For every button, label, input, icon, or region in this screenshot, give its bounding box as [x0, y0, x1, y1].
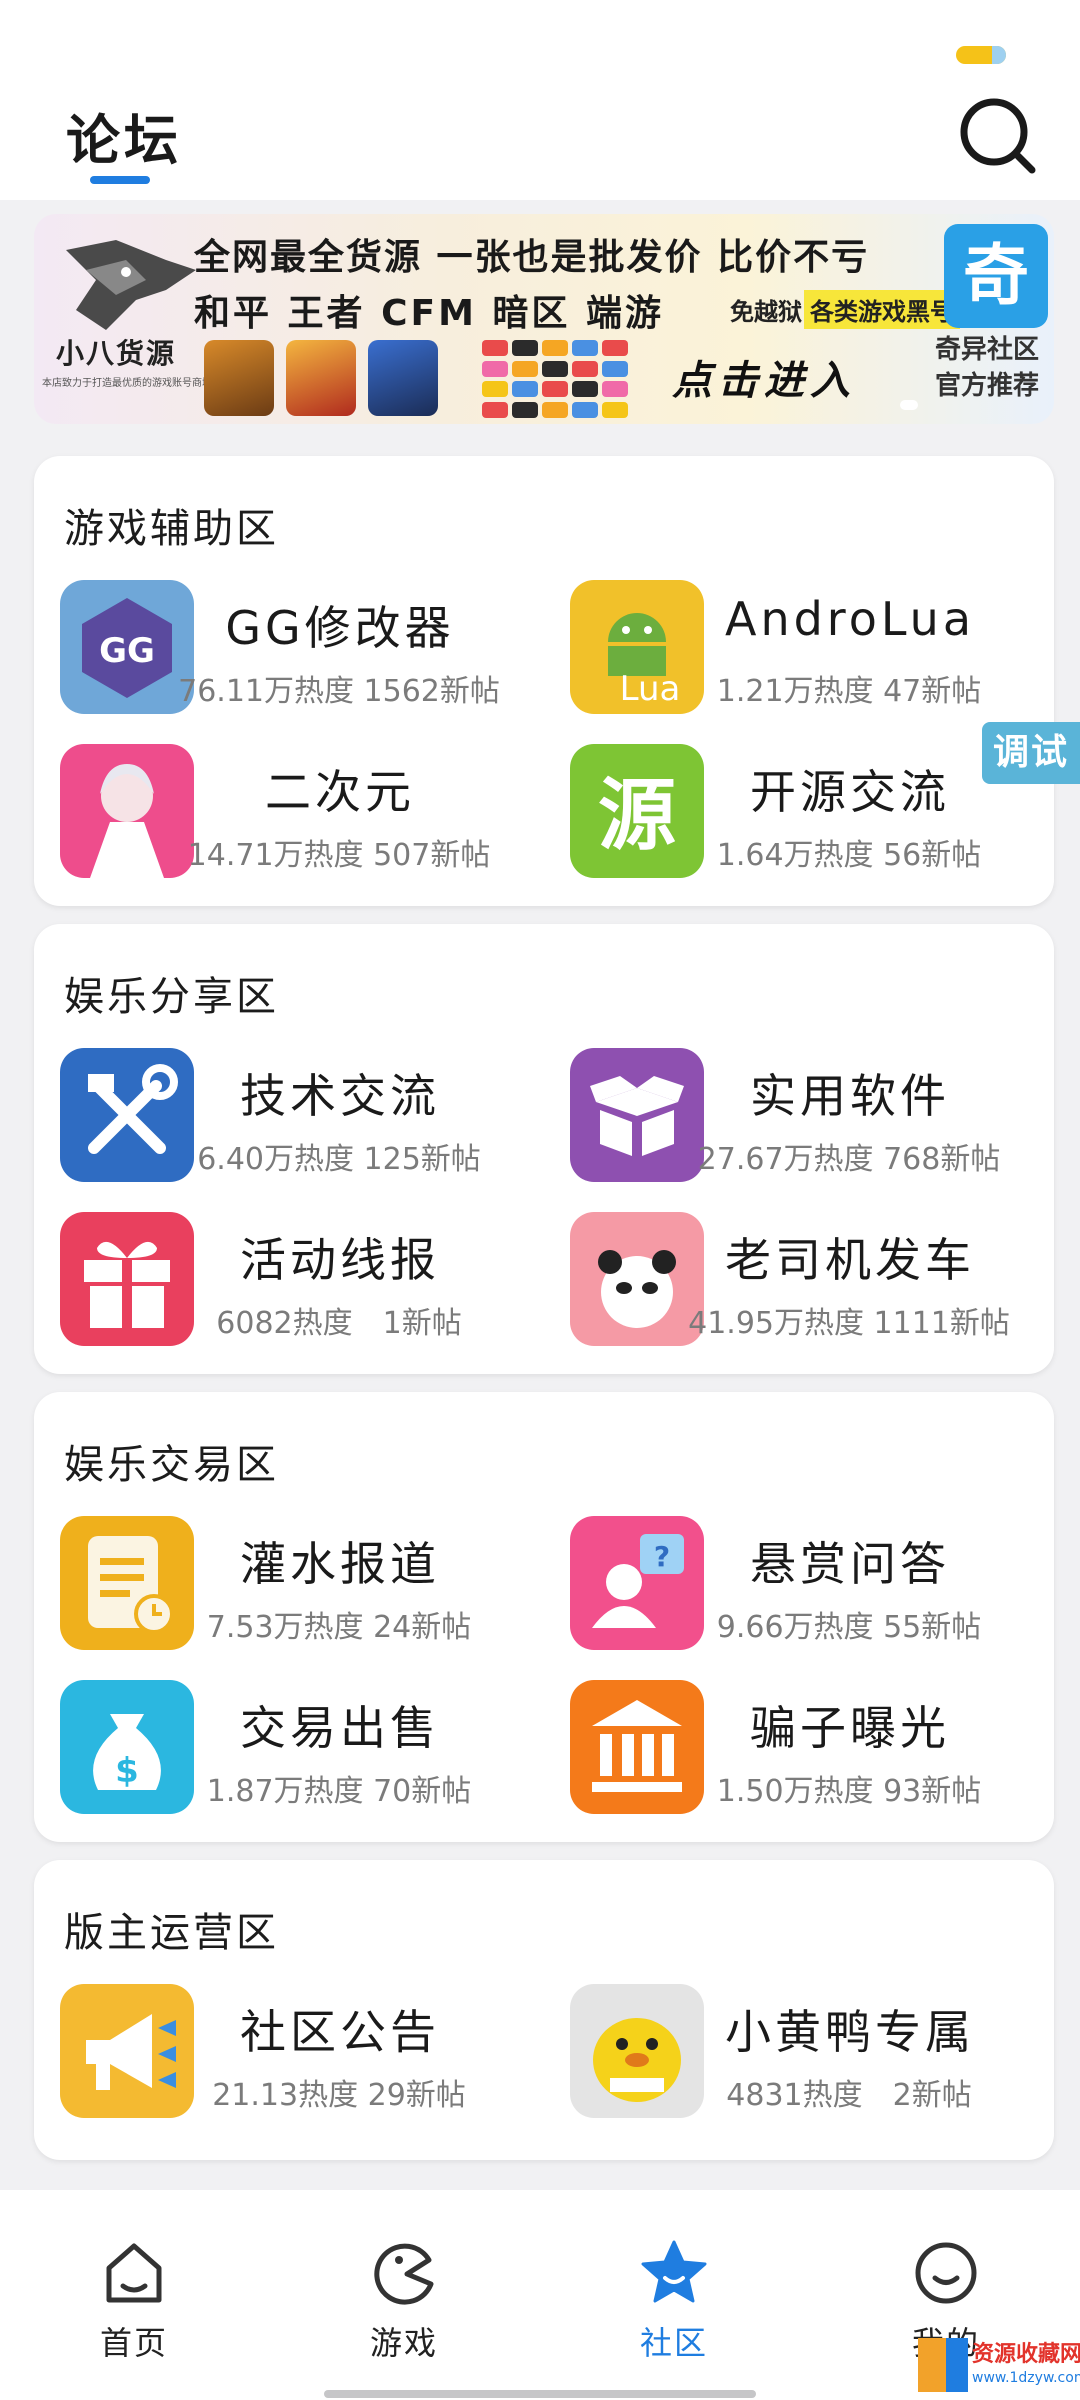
forum-stats: 1.64万热度 56新帖	[716, 838, 982, 873]
game-thumbnail-icon	[286, 340, 356, 416]
banner-headline: 全网最全货源 一张也是批发价 比价不亏	[194, 237, 870, 278]
nav-label: 首页	[99, 2324, 168, 2362]
section-title: 娱乐交易区	[64, 1442, 279, 1488]
home-icon	[106, 2243, 162, 2303]
forum-name: 小黄鸭专属	[725, 2005, 975, 2059]
home-indicator[interactable]	[324, 2390, 756, 2398]
search-button[interactable]	[956, 94, 1042, 180]
forum-page: 论坛 小八货源 本店致力于打造最优质的游戏账号商城 全网最全货源 一张也是批发价…	[0, 0, 1080, 2400]
svg-text:$: $	[115, 1751, 139, 1791]
debug-tab[interactable]: 调试	[982, 722, 1080, 784]
game-icon	[374, 2243, 434, 2305]
section-entertainment-trade: 娱乐交易区 灌水报道 7.53万热度 24新帖 ? 悬赏问答 9.66万热度 5…	[34, 1392, 1054, 1842]
forum-stats: 21.13热度 29新帖	[212, 2078, 466, 2113]
banner-recommend-line2: 官方推荐	[934, 371, 1039, 401]
forum-stats: 14.71万热度 507新帖	[187, 838, 491, 873]
forum-name: 活动线报	[240, 1233, 440, 1287]
forum-name: 开源交流	[750, 765, 950, 819]
section-title: 游戏辅助区	[64, 506, 279, 552]
section-moderator-ops: 版主运营区 社区公告 21.13热度 29新帖 小黄鸭专属 4831热度 2新帖	[34, 1860, 1054, 2160]
forum-name: 实用软件	[750, 1069, 950, 1123]
banner-games-text: 和平 王者 CFM 暗区 端游	[194, 293, 664, 334]
svg-text:源: 源	[598, 770, 676, 861]
section-entertainment-share: 娱乐分享区 技术交流 6.40万热度 125新帖 实用软件 27.67万热度 7…	[34, 924, 1054, 1374]
forum-name: 技术交流	[240, 1069, 440, 1123]
banner-highlight-tag: 各类游戏黑号	[804, 290, 960, 329]
forum-stats: 9.66万热度 55新帖	[716, 1610, 982, 1645]
forum-name: 社区公告	[240, 2005, 440, 2059]
forum-stats: 4831热度 2新帖	[726, 2078, 972, 2113]
svg-text:Lua: Lua	[620, 669, 681, 709]
forum-name: 骗子曝光	[750, 1701, 950, 1755]
profile-icon	[915, 2242, 977, 2304]
forum-bounty-qa[interactable]: ? 悬赏问答 9.66万热度 55新帖	[570, 1516, 1070, 1666]
game-thumbnail-icon	[368, 340, 438, 416]
forum-stats: 7.53万热度 24新帖	[206, 1610, 472, 1645]
banner-recommend-line1: 奇异社区	[934, 335, 1039, 365]
forum-name: AndroLua	[724, 592, 976, 646]
nav-home[interactable]: 首页	[44, 2238, 224, 2378]
section-title: 娱乐分享区	[64, 974, 279, 1020]
forum-events[interactable]: 活动线报 6082热度 1新帖	[60, 1212, 560, 1362]
banner-app-grid	[482, 340, 642, 418]
section-game-assist: 游戏辅助区 GG GG修改器 76.11万热度 1562新帖 Lua Andro…	[34, 456, 1054, 906]
forum-name: 灌水报道	[240, 1537, 440, 1591]
forum-stats: 1.21万热度 47新帖	[716, 674, 982, 709]
banner-cta: 点击进入	[672, 358, 856, 404]
nav-games[interactable]: 游戏	[314, 2238, 494, 2378]
qi-logo: 奇	[944, 224, 1048, 328]
game-thumbnail-icon	[204, 340, 274, 416]
carousel-indicator	[900, 400, 918, 410]
banner-tag: 免越狱	[730, 298, 802, 326]
forum-trade-sell[interactable]: $ 交易出售 1.87万热度 70新帖	[60, 1680, 560, 1830]
forum-stats: 1.50万热度 93新帖	[716, 1774, 982, 1809]
forum-announcements[interactable]: 社区公告 21.13热度 29新帖	[60, 1984, 560, 2134]
title-underline	[90, 176, 150, 184]
forum-stats: 6.40万热度 125新帖	[197, 1142, 481, 1177]
forum-name: 二次元	[265, 765, 415, 819]
forum-gg-modifier[interactable]: GG GG修改器 76.11万热度 1562新帖	[60, 580, 560, 730]
search-icon	[960, 98, 1036, 174]
forum-useful-software[interactable]: 实用软件 27.67万热度 768新帖	[570, 1048, 1070, 1198]
watermark: 资源收藏网 www.1dzyw.com	[918, 2330, 1080, 2396]
forum-anime[interactable]: 二次元 14.71万热度 507新帖	[60, 744, 560, 894]
forum-scam-exposure[interactable]: 骗子曝光 1.50万热度 93新帖	[570, 1680, 1070, 1830]
forum-stats: 41.95万热度 1111新帖	[688, 1306, 1010, 1341]
forum-name: 老司机发车	[725, 1233, 975, 1287]
forum-yellow-duck[interactable]: 小黄鸭专属 4831热度 2新帖	[570, 1984, 1070, 2134]
banner-slogan: 本店致力于打造最优质的游戏账号商城	[42, 378, 212, 389]
forum-name: 悬赏问答	[750, 1537, 950, 1591]
watermark-brand: 资源收藏网	[972, 2342, 1080, 2367]
svg-text:GG: GG	[99, 631, 155, 671]
forum-tech-exchange[interactable]: 技术交流 6.40万热度 125新帖	[60, 1048, 560, 1198]
forum-stats: 6082热度 1新帖	[216, 1306, 462, 1341]
forum-stats: 76.11万热度 1562新帖	[178, 674, 500, 709]
forum-name: GG修改器	[225, 601, 455, 655]
nav-community[interactable]: 社区	[584, 2238, 764, 2378]
forum-stats: 1.87万热度 70新帖	[206, 1774, 472, 1809]
header-bar: 论坛	[0, 0, 1080, 200]
star-icon	[641, 2240, 707, 2303]
forum-old-driver[interactable]: 老司机发车 41.95万热度 1111新帖	[570, 1212, 1070, 1362]
status-indicator	[956, 46, 1006, 64]
forum-chat-report[interactable]: 灌水报道 7.53万热度 24新帖	[60, 1516, 560, 1666]
forum-name: 交易出售	[240, 1701, 440, 1755]
forum-androlua[interactable]: Lua AndroLua 1.21万热度 47新帖	[570, 580, 1070, 730]
promo-banner[interactable]: 小八货源 本店致力于打造最优质的游戏账号商城 全网最全货源 一张也是批发价 比价…	[34, 214, 1054, 424]
nav-label: 社区	[639, 2324, 708, 2362]
page-title: 论坛	[66, 109, 182, 172]
forum-stats: 27.67万热度 768新帖	[697, 1142, 1001, 1177]
section-title: 版主运营区	[64, 1910, 279, 1956]
watermark-url: www.1dzyw.com	[972, 2370, 1080, 2386]
svg-text:?: ?	[654, 1540, 670, 1573]
banner-recommend: 奇异社区 官方推荐	[924, 332, 1050, 404]
nav-label: 游戏	[369, 2324, 438, 2362]
banner-brand: 小八货源	[56, 337, 177, 370]
